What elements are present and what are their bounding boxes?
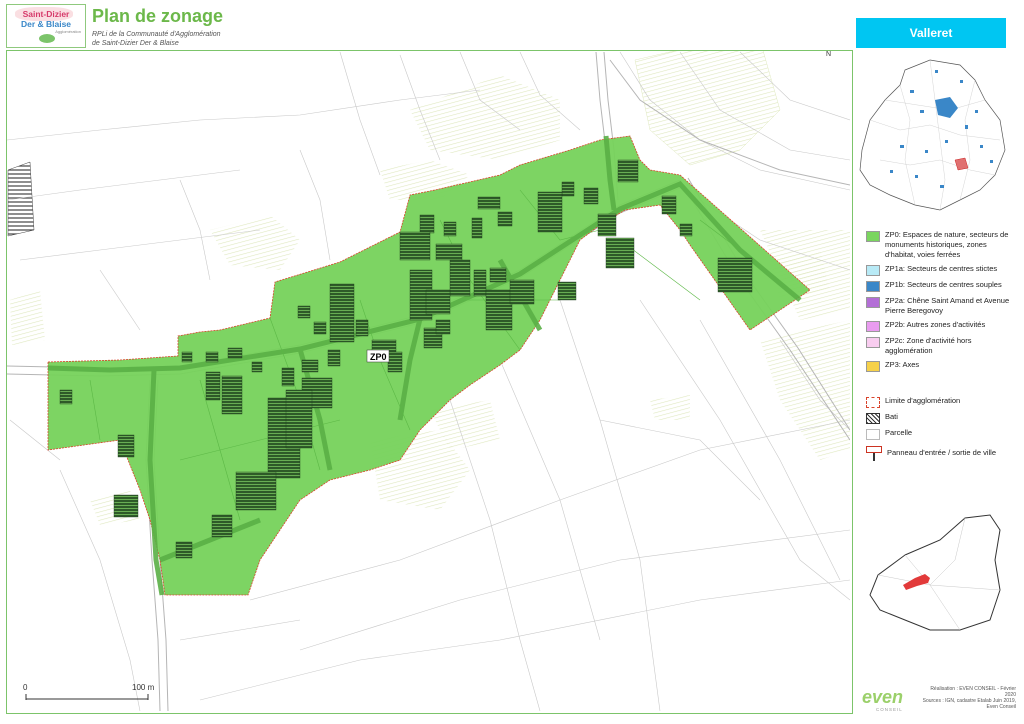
credits-line3: Even Conseil	[986, 704, 1016, 710]
locator-map	[869, 514, 1001, 631]
subtitle-line1: RPLi de la Communauté d'Agglomération	[92, 31, 221, 38]
legend-swatch	[866, 297, 880, 308]
legend-item-zone: ZP0: Espaces de nature, secteurs de monu…	[866, 230, 1016, 260]
legend-item-bati: Bati	[866, 412, 1016, 424]
overview-map	[859, 59, 1006, 211]
legend-item-limit: Limite d'agglomération	[866, 396, 1016, 408]
legend-item-zone: ZP3: Axes	[866, 360, 1016, 372]
legend-label: ZP1b: Secteurs de centres souples	[885, 280, 1002, 289]
legend-swatch	[866, 265, 880, 276]
logo-line2: Der & Blaise	[20, 19, 72, 29]
legend-label: ZP2b: Autres zones d'activités	[885, 320, 986, 329]
even-logo: even	[862, 687, 904, 707]
subtitle-line2: de Saint-Dizier Der & Blaise	[92, 40, 179, 47]
page-subtitle: RPLi de la Communauté d'Agglomération de…	[92, 30, 221, 48]
legend-label: Bati	[885, 412, 898, 421]
legend-item-parcelle: Parcelle	[866, 428, 1016, 440]
legend-label: ZP2a: Chêne Saint Amand et Avenue Pierre…	[885, 296, 1010, 315]
legend-swatch	[866, 337, 880, 348]
legend-swatch	[866, 281, 880, 292]
legend-label: Panneau d'entrée / sortie de ville	[887, 448, 997, 457]
legend-swatch	[866, 361, 880, 372]
even-logo-sub: CONSEIL	[876, 707, 903, 712]
legend-item-zone: ZP2c: Zone d'activité hors agglomération	[866, 336, 1016, 356]
legend-label: ZP1a: Secteurs de centres stictes	[885, 264, 998, 273]
legend-label: ZP3: Axes	[885, 360, 920, 369]
red-sign-icon	[866, 446, 882, 461]
legend-label: Limite d'agglomération	[885, 396, 961, 405]
empty-box-icon	[866, 429, 880, 440]
legend-label: ZP0: Espaces de nature, secteurs de monu…	[885, 230, 1009, 259]
legend-item-zone: ZP2b: Autres zones d'activités	[866, 320, 1016, 332]
logo-line1: Saint-Dizier	[22, 9, 70, 19]
page-title: Plan de zonage	[92, 6, 224, 26]
legend-swatch	[866, 231, 880, 242]
agglomeration-logo: Saint-Dizier Der & Blaise Agglomération	[6, 4, 86, 48]
dashed-red-box-icon	[866, 397, 880, 408]
credits: Réalisation : EVEN CONSEIL - Février 202…	[920, 686, 1016, 710]
hatched-box-icon	[866, 413, 880, 424]
legend-item-zone: ZP1b: Secteurs de centres souples	[866, 280, 1016, 292]
legend-item-zone: ZP1a: Secteurs de centres stictes	[866, 264, 1016, 276]
map-frame	[6, 50, 853, 714]
legend-label: Parcelle	[885, 428, 913, 437]
commune-banner: Valleret	[856, 18, 1006, 48]
legend-swatch	[866, 321, 880, 332]
credits-line1: Réalisation : EVEN CONSEIL - Février 202…	[930, 686, 1016, 698]
legend: ZP0: Espaces de nature, secteurs de monu…	[866, 230, 1016, 464]
legend-label: ZP2c: Zone d'activité hors agglomération	[885, 336, 972, 355]
legend-item-zone: ZP2a: Chêne Saint Amand et Avenue Pierre…	[866, 296, 1016, 316]
logo-leaf-icon	[39, 34, 55, 43]
legend-item-panneau: Panneau d'entrée / sortie de ville	[866, 446, 1016, 461]
